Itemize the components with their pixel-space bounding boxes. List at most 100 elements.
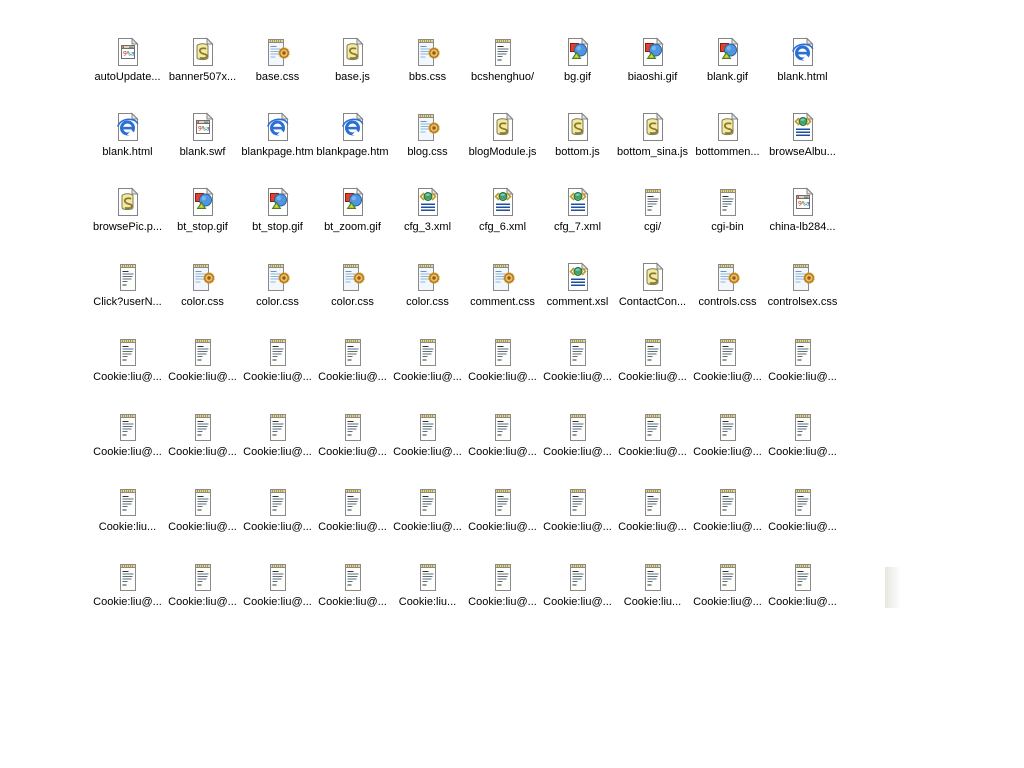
file-label: Cookie:liu@... <box>393 521 462 533</box>
file-item[interactable]: Cookie:liu@... <box>765 325 840 400</box>
file-item[interactable]: Cookie:liu... <box>390 550 465 625</box>
file-icon-grid: autoUpdate... banner507x... base.css bas… <box>90 25 840 625</box>
file-item[interactable]: Cookie:liu@... <box>315 400 390 475</box>
file-item[interactable]: color.css <box>390 250 465 325</box>
file-item[interactable]: Cookie:liu@... <box>690 550 765 625</box>
file-item[interactable]: blank.swf <box>165 100 240 175</box>
file-item[interactable]: Cookie:liu@... <box>615 325 690 400</box>
text-file-icon <box>787 486 819 518</box>
file-item[interactable]: bt_stop.gif <box>240 175 315 250</box>
xml-file-icon <box>562 261 594 293</box>
text-file-icon <box>487 336 519 368</box>
file-item[interactable]: Cookie:liu@... <box>240 325 315 400</box>
file-item[interactable]: Cookie:liu@... <box>540 400 615 475</box>
file-item[interactable]: cfg_3.xml <box>390 175 465 250</box>
file-item[interactable]: color.css <box>165 250 240 325</box>
file-label: cfg_6.xml <box>479 221 526 233</box>
file-item[interactable]: bottom_sina.js <box>615 100 690 175</box>
file-item[interactable]: Cookie:liu@... <box>465 325 540 400</box>
file-label: bt_zoom.gif <box>324 221 381 233</box>
file-item[interactable]: Cookie:liu@... <box>465 475 540 550</box>
file-item[interactable]: Cookie:liu@... <box>540 550 615 625</box>
file-item[interactable]: Cookie:liu@... <box>165 550 240 625</box>
file-item[interactable]: Cookie:liu@... <box>165 400 240 475</box>
file-item[interactable]: bottom.js <box>540 100 615 175</box>
file-item[interactable]: cfg_7.xml <box>540 175 615 250</box>
file-item[interactable]: controlsex.css <box>765 250 840 325</box>
file-item[interactable]: Click?userN... <box>90 250 165 325</box>
file-item[interactable]: bottommen... <box>690 100 765 175</box>
file-item[interactable]: Cookie:liu@... <box>240 400 315 475</box>
file-item[interactable]: Cookie:liu@... <box>465 400 540 475</box>
file-item[interactable]: autoUpdate... <box>90 25 165 100</box>
file-item[interactable]: Cookie:liu... <box>615 550 690 625</box>
file-item[interactable]: color.css <box>240 250 315 325</box>
file-item[interactable]: Cookie:liu@... <box>690 475 765 550</box>
file-item[interactable]: comment.xsl <box>540 250 615 325</box>
file-item[interactable]: china-lb284... <box>765 175 840 250</box>
file-item[interactable]: Cookie:liu@... <box>765 550 840 625</box>
file-item[interactable]: Cookie:liu@... <box>615 400 690 475</box>
file-item[interactable]: Cookie:liu@... <box>390 475 465 550</box>
scrollbar-fragment[interactable] <box>885 567 900 608</box>
file-item[interactable]: Cookie:liu@... <box>315 325 390 400</box>
file-item[interactable]: Cookie:liu@... <box>90 400 165 475</box>
file-item[interactable]: Cookie:liu@... <box>90 325 165 400</box>
file-item[interactable]: bt_stop.gif <box>165 175 240 250</box>
file-item[interactable]: blank.html <box>90 100 165 175</box>
file-item[interactable]: Cookie:liu@... <box>240 475 315 550</box>
file-item[interactable]: cgi-bin <box>690 175 765 250</box>
text-file-icon <box>637 486 669 518</box>
file-label: browseAlbu... <box>769 146 836 158</box>
file-item[interactable]: browsePic.p... <box>90 175 165 250</box>
file-item[interactable]: blogModule.js <box>465 100 540 175</box>
file-item[interactable]: Cookie:liu@... <box>315 550 390 625</box>
file-item[interactable]: blankpage.htm <box>315 100 390 175</box>
file-item[interactable]: Cookie:liu@... <box>690 400 765 475</box>
file-item[interactable]: banner507x... <box>165 25 240 100</box>
file-label: Cookie:liu@... <box>468 521 537 533</box>
file-item[interactable]: cgi/ <box>615 175 690 250</box>
file-item[interactable]: Cookie:liu@... <box>765 475 840 550</box>
file-item[interactable]: Cookie:liu@... <box>90 550 165 625</box>
file-item[interactable]: blank.gif <box>690 25 765 100</box>
file-item[interactable]: Cookie:liu@... <box>165 475 240 550</box>
file-label: blankpage.htm <box>316 146 388 158</box>
file-item[interactable]: blankpage.htm <box>240 100 315 175</box>
file-item[interactable]: browseAlbu... <box>765 100 840 175</box>
file-item[interactable]: controls.css <box>690 250 765 325</box>
text-file-icon <box>487 561 519 593</box>
file-item[interactable]: base.css <box>240 25 315 100</box>
file-item[interactable]: Cookie:liu@... <box>390 400 465 475</box>
file-item[interactable]: color.css <box>315 250 390 325</box>
file-item[interactable]: Cookie:liu@... <box>165 325 240 400</box>
file-item[interactable]: comment.css <box>465 250 540 325</box>
file-item[interactable]: cfg_6.xml <box>465 175 540 250</box>
file-item[interactable]: Cookie:liu@... <box>765 400 840 475</box>
file-item[interactable]: Cookie:liu@... <box>240 550 315 625</box>
file-item[interactable]: blank.html <box>765 25 840 100</box>
script-file-icon <box>562 111 594 143</box>
file-item[interactable]: Cookie:liu@... <box>615 475 690 550</box>
file-label: cgi/ <box>644 221 661 233</box>
file-item[interactable]: bbs.css <box>390 25 465 100</box>
file-label: Cookie:liu@... <box>618 521 687 533</box>
stylesheet-file-icon <box>712 261 744 293</box>
file-label: bt_stop.gif <box>177 221 228 233</box>
file-item[interactable]: biaoshi.gif <box>615 25 690 100</box>
file-item[interactable]: Cookie:liu@... <box>315 475 390 550</box>
file-item[interactable]: Cookie:liu@... <box>540 475 615 550</box>
file-item[interactable]: bt_zoom.gif <box>315 175 390 250</box>
file-item[interactable]: bcshenghuo/ <box>465 25 540 100</box>
file-item[interactable]: Cookie:liu... <box>90 475 165 550</box>
text-file-icon <box>637 336 669 368</box>
file-item[interactable]: base.js <box>315 25 390 100</box>
file-item[interactable]: ContactCon... <box>615 250 690 325</box>
file-item[interactable]: Cookie:liu@... <box>690 325 765 400</box>
file-item[interactable]: bg.gif <box>540 25 615 100</box>
file-item[interactable]: Cookie:liu@... <box>540 325 615 400</box>
file-item[interactable]: Cookie:liu@... <box>465 550 540 625</box>
text-file-icon <box>637 186 669 218</box>
file-item[interactable]: Cookie:liu@... <box>390 325 465 400</box>
file-item[interactable]: blog.css <box>390 100 465 175</box>
